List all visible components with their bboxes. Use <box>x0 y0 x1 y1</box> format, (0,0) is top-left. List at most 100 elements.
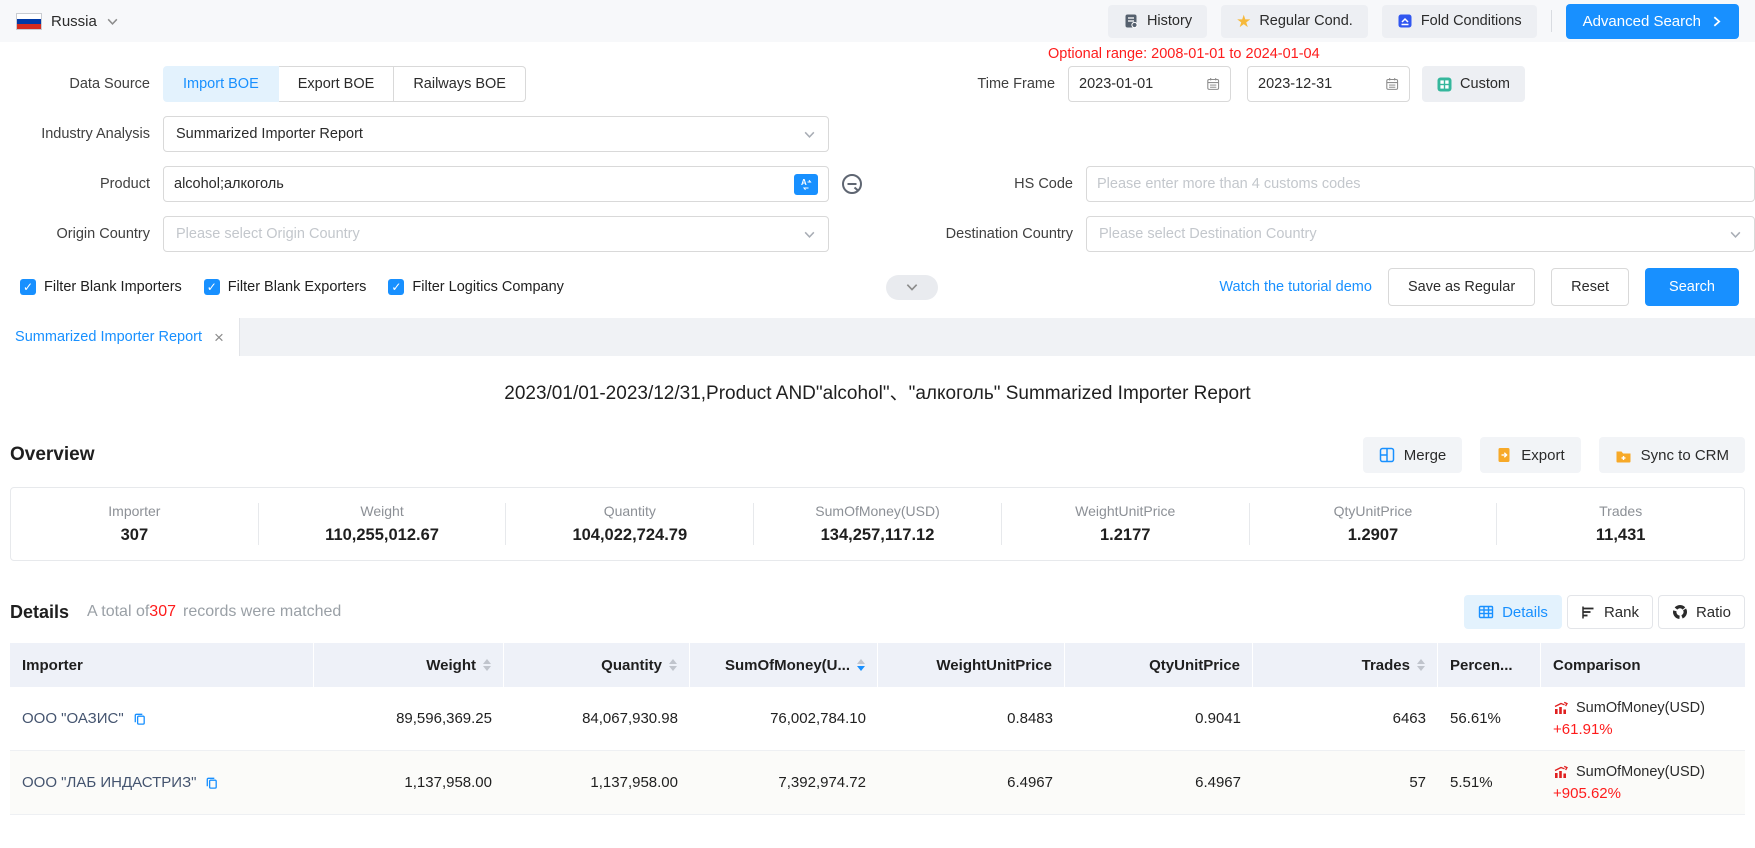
chevron-down-icon <box>905 280 919 294</box>
destination-country-placeholder: Please select Destination Country <box>1099 226 1729 242</box>
destination-country-label: Destination Country <box>946 226 1086 242</box>
view-ratio-button[interactable]: Ratio <box>1658 595 1745 629</box>
stat-trades: Trades 11,431 <box>1497 503 1744 545</box>
filter-blank-exporters-checkbox[interactable]: ✓ Filter Blank Exporters <box>204 279 367 295</box>
chevron-down-icon <box>803 228 816 241</box>
merge-button[interactable]: Merge <box>1363 437 1463 473</box>
cell-quantity: 1,137,958.00 <box>504 774 690 791</box>
hs-code-value[interactable] <box>1097 176 1744 192</box>
cell-qty-unit-price: 0.9041 <box>1065 710 1253 727</box>
view-ratio-label: Ratio <box>1696 604 1731 621</box>
stat-value: 104,022,724.79 <box>506 526 753 545</box>
stat-label: Trades <box>1497 503 1744 519</box>
custom-range-button[interactable]: Custom <box>1422 66 1525 102</box>
col-weight[interactable]: Weight <box>314 643 504 687</box>
end-date-value[interactable] <box>1258 76 1385 92</box>
copy-icon[interactable] <box>132 711 147 726</box>
tab-railways-boe[interactable]: Railways BOE <box>394 66 526 102</box>
origin-country-placeholder: Please select Origin Country <box>176 226 803 242</box>
hs-code-input[interactable] <box>1086 166 1755 202</box>
search-button[interactable]: Search <box>1645 268 1739 306</box>
translate-icon[interactable]: A <box>794 174 818 195</box>
data-source-tabs: Import BOE Export BOE Railways BOE <box>163 66 526 102</box>
advanced-search-button[interactable]: Advanced Search <box>1566 4 1739 39</box>
collapse-form-button[interactable] <box>886 275 938 300</box>
cell-trades: 57 <box>1253 774 1438 791</box>
start-date-input[interactable] <box>1068 66 1231 102</box>
tutorial-demo-link[interactable]: Watch the tutorial demo <box>1219 279 1372 295</box>
data-source-label: Data Source <box>0 76 163 92</box>
origin-country-label: Origin Country <box>0 226 163 242</box>
col-qty-unit-price[interactable]: QtyUnitPrice <box>1065 643 1253 687</box>
destination-country-select[interactable]: Please select Destination Country <box>1086 216 1755 252</box>
country-label: Russia <box>51 13 97 30</box>
start-date-value[interactable] <box>1079 76 1206 92</box>
folder-sync-icon <box>1615 448 1632 463</box>
total-suffix: records were matched <box>183 603 341 621</box>
view-rank-button[interactable]: Rank <box>1567 595 1653 629</box>
reset-button[interactable]: Reset <box>1551 268 1629 306</box>
close-tab-icon[interactable]: × <box>214 329 224 346</box>
end-date-input[interactable] <box>1247 66 1410 102</box>
stat-label: SumOfMoney(USD) <box>754 503 1001 519</box>
sort-icon-active-desc[interactable] <box>857 659 865 671</box>
total-count: 307 <box>149 603 176 621</box>
importer-link[interactable]: ООО "ОАЗИС" <box>22 710 302 727</box>
stat-weight: Weight 110,255,012.67 <box>259 503 506 545</box>
country-selector[interactable]: Russia <box>16 13 119 30</box>
stat-value: 110,255,012.67 <box>259 526 506 545</box>
sort-icon[interactable] <box>669 659 677 671</box>
col-importer[interactable]: Importer <box>10 643 314 687</box>
importer-name: ООО "ОАЗИС" <box>22 710 124 727</box>
calendar-icon <box>1206 76 1220 92</box>
col-weight-unit-price[interactable]: WeightUnitPrice <box>878 643 1065 687</box>
cell-weight: 89,596,369.25 <box>314 710 504 727</box>
export-button[interactable]: Export <box>1480 437 1580 473</box>
cell-comparison: SumOfMoney(USD) +905.62% <box>1541 764 1745 802</box>
result-tabstrip: Summarized Importer Report × <box>0 318 1755 356</box>
copy-icon[interactable] <box>204 775 219 790</box>
topbar-actions: History ★ Regular Cond. Fold Conditions … <box>1108 4 1739 39</box>
cell-comparison: SumOfMoney(USD) +61.91% <box>1541 700 1745 738</box>
tab-import-boe[interactable]: Import BOE <box>163 66 279 102</box>
stat-weight-unit-price: WeightUnitPrice 1.2177 <box>1002 503 1249 545</box>
origin-country-select[interactable]: Please select Origin Country <box>163 216 829 252</box>
history-button[interactable]: History <box>1108 5 1207 38</box>
russia-flag-icon <box>16 13 42 30</box>
sort-icon[interactable] <box>483 659 491 671</box>
col-trades[interactable]: Trades <box>1253 643 1438 687</box>
col-comparison[interactable]: Comparison <box>1541 643 1745 687</box>
filter-logitics-company-checkbox[interactable]: ✓ Filter Logitics Company <box>388 279 564 295</box>
cell-sum-of-money: 7,392,974.72 <box>690 774 878 791</box>
save-as-regular-button[interactable]: Save as Regular <box>1388 268 1535 306</box>
filter-blank-importers-checkbox[interactable]: ✓ Filter Blank Importers <box>20 279 182 295</box>
regular-cond-button[interactable]: ★ Regular Cond. <box>1221 5 1368 38</box>
custom-icon <box>1437 77 1452 92</box>
importer-link[interactable]: ООО "ЛАБ ИНДАСТРИЗ" <box>22 774 302 791</box>
history-label: History <box>1147 13 1192 29</box>
match-mode-icon[interactable] <box>840 172 864 196</box>
search-form: Optional range: 2008-01-01 to 2024-01-04… <box>0 42 1755 306</box>
sort-icon[interactable] <box>1417 659 1425 671</box>
col-percentage[interactable]: Percen... <box>1438 643 1541 687</box>
stat-value: 1.2907 <box>1250 526 1497 545</box>
tab-export-boe[interactable]: Export BOE <box>279 66 395 102</box>
industry-analysis-select[interactable]: Summarized Importer Report <box>163 116 829 152</box>
col-sum-of-money[interactable]: SumOfMoney(U... <box>690 643 878 687</box>
product-value[interactable] <box>174 176 794 192</box>
col-quantity[interactable]: Quantity <box>504 643 690 687</box>
optional-range-note: Optional range: 2008-01-01 to 2024-01-04 <box>1048 46 1320 62</box>
product-input[interactable]: A <box>163 166 829 202</box>
sync-to-crm-button[interactable]: Sync to CRM <box>1599 437 1745 473</box>
chevron-down-icon <box>1729 228 1742 241</box>
tab-summarized-importer-report[interactable]: Summarized Importer Report × <box>0 318 240 356</box>
view-details-label: Details <box>1502 604 1548 621</box>
view-details-button[interactable]: Details <box>1464 595 1562 629</box>
cell-percentage: 56.61% <box>1438 710 1541 727</box>
total-prefix: A total of <box>87 603 149 621</box>
details-table: Importer Weight Quantity SumOfMoney(U...… <box>10 643 1745 815</box>
cell-weight-unit-price: 0.8483 <box>878 710 1065 727</box>
stat-importer: Importer 307 <box>11 503 258 545</box>
fold-conditions-button[interactable]: Fold Conditions <box>1382 5 1537 38</box>
cell-quantity: 84,067,930.98 <box>504 710 690 727</box>
